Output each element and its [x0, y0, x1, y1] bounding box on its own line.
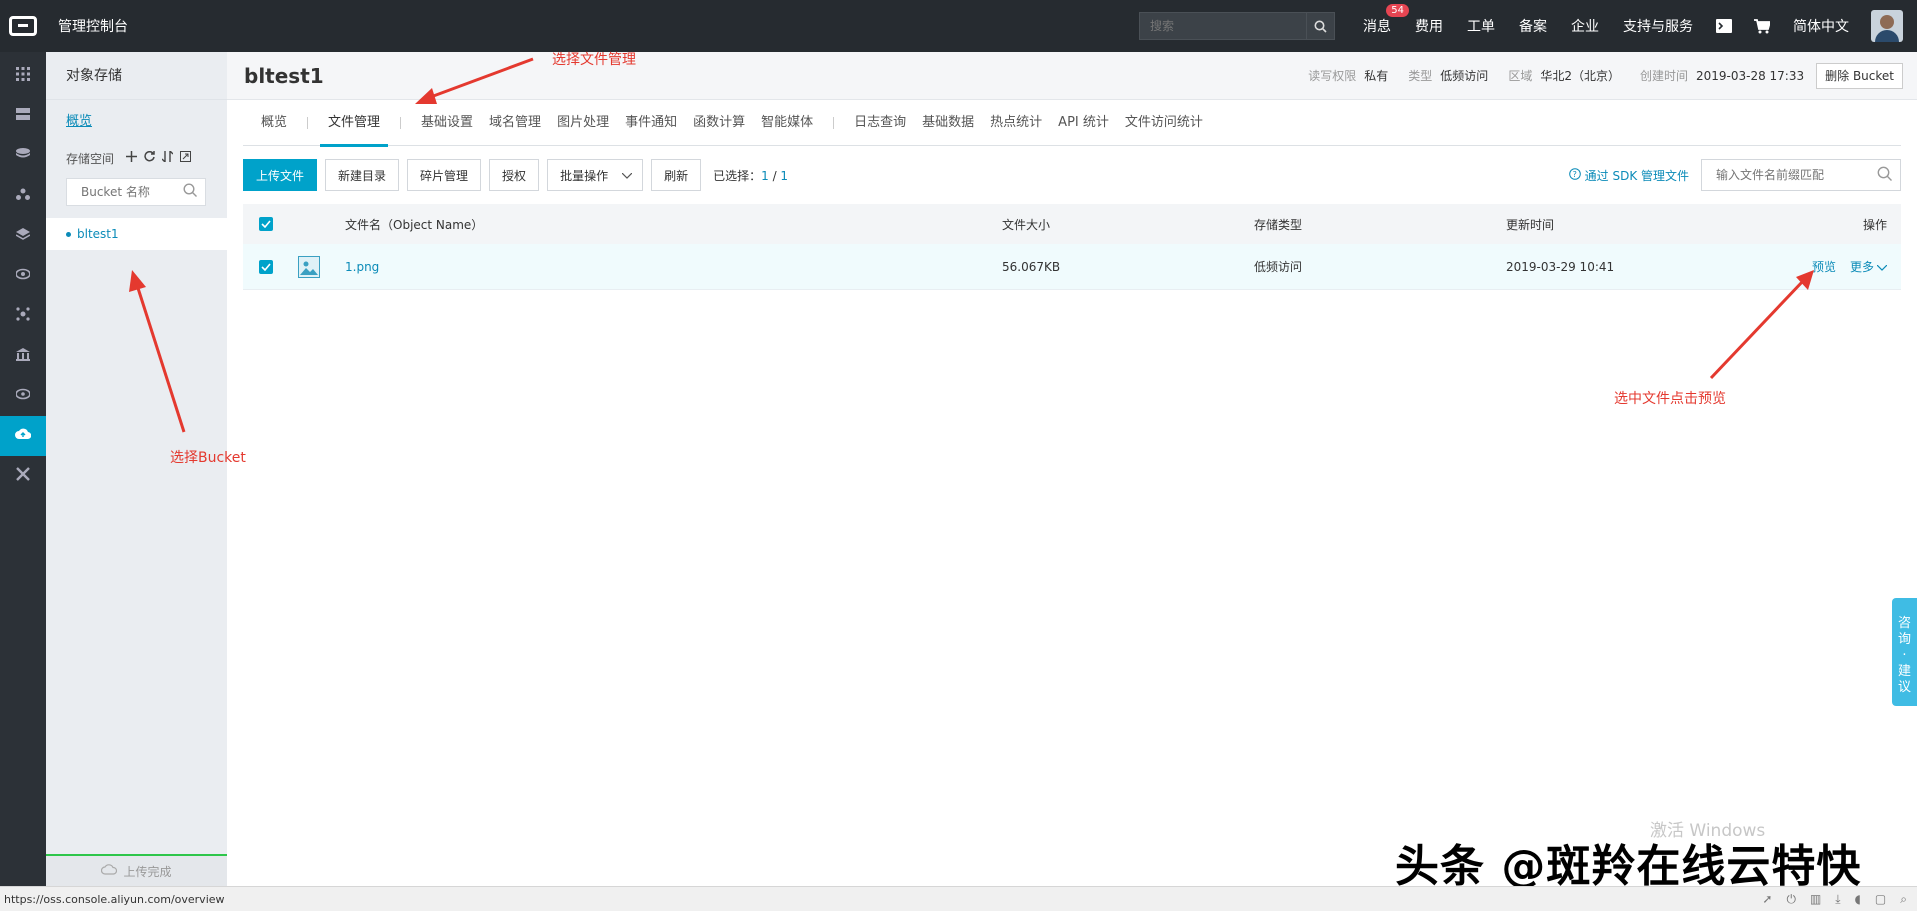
consult-feedback-button[interactable]: 咨 询 · 建 议 — [1892, 598, 1917, 706]
annotation-select-file-management: 选择文件管理 — [552, 52, 636, 68]
toutiao-watermark: 头条 @斑羚在线云特快 — [1395, 841, 1862, 892]
consult-char: 咨 — [1897, 616, 1911, 631]
trash-icon[interactable]: ▥ — [1810, 892, 1821, 907]
annotation-select-preview: 选中文件点击预览 — [1614, 391, 1726, 407]
consult-char: · — [1902, 648, 1907, 663]
status-icons: ➚ ⏻ ▥ ⤓ ◖ ▢ ⌕ — [1762, 892, 1907, 907]
zoom-icon[interactable]: ⌕ — [1900, 892, 1907, 907]
rocket-icon[interactable]: ➚ — [1762, 892, 1772, 907]
status-url: https://oss.console.aliyun.com/overview — [4, 892, 225, 906]
power-icon[interactable]: ⏻ — [1786, 892, 1796, 907]
window-icon[interactable]: ▢ — [1875, 892, 1886, 907]
annotation-select-bucket: 选择Bucket — [170, 450, 246, 466]
consult-char: 询 — [1897, 632, 1911, 647]
consult-char: 议 — [1897, 680, 1911, 695]
browser-status-bar: https://oss.console.aliyun.com/overview … — [0, 886, 1917, 911]
annotation-arrows — [129, 57, 1814, 433]
speaker-icon[interactable]: ◖ — [1855, 892, 1861, 907]
download-icon[interactable]: ⤓ — [1835, 892, 1840, 907]
consult-char: 建 — [1897, 664, 1911, 679]
